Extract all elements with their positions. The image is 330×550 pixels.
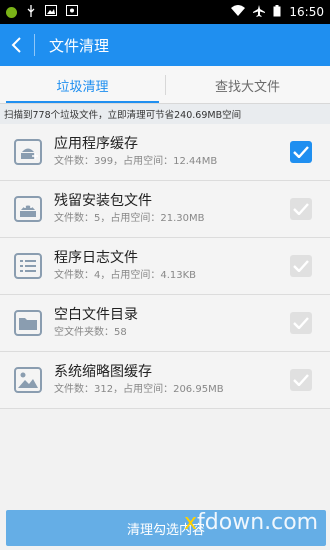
thumbnail-icon xyxy=(14,367,42,393)
list-item-apk-residue[interactable]: 残留安装包文件 文件数：5，占用空间：21.30MB xyxy=(0,181,330,238)
notification-icon xyxy=(66,5,78,19)
app-notification-icon xyxy=(6,6,17,18)
app-cache-icon xyxy=(14,139,42,165)
chevron-left-icon xyxy=(11,37,21,53)
back-button[interactable] xyxy=(0,24,34,66)
item-name: 程序日志文件 xyxy=(54,250,138,266)
item-name: 残留安装包文件 xyxy=(54,193,152,209)
tab-find-large-files[interactable]: 查找大文件 xyxy=(165,66,330,104)
list-item-thumbnail-cache[interactable]: 系统缩略图缓存 文件数：312，占用空间：206.95MB xyxy=(0,352,330,409)
list-item-empty-folders[interactable]: 空白文件目录 空文件夹数：58 xyxy=(0,295,330,352)
checkmark-icon xyxy=(293,317,309,329)
list-item-app-cache[interactable]: 应用程序缓存 文件数：399，占用空间：12.44MB xyxy=(0,124,330,181)
item-detail: 空文件夹数：58 xyxy=(54,327,127,338)
checkmark-icon xyxy=(293,203,309,215)
item-checkbox[interactable] xyxy=(290,141,312,163)
tab-bar: 垃圾清理 查找大文件 xyxy=(0,66,330,104)
clock: 16:50 xyxy=(289,5,324,19)
header-divider xyxy=(34,34,35,56)
tab-divider xyxy=(165,75,166,95)
checkmark-icon xyxy=(293,146,309,158)
item-checkbox[interactable] xyxy=(290,198,312,220)
airplane-mode-icon xyxy=(253,4,266,20)
scan-summary: 扫描到778个垃圾文件，立即清理可节省240.69MB空间 xyxy=(0,104,330,124)
battery-icon xyxy=(273,4,281,20)
watermark: xfdown.com xyxy=(184,510,319,535)
item-checkbox[interactable] xyxy=(290,312,312,334)
item-detail: 文件数：312，占用空间：206.95MB xyxy=(54,384,224,395)
app-header: 文件清理 xyxy=(0,24,330,66)
checkmark-icon xyxy=(293,260,309,272)
item-name: 空白文件目录 xyxy=(54,307,138,323)
tab-junk-clean[interactable]: 垃圾清理 xyxy=(0,66,165,104)
status-bar: 16:50 xyxy=(0,0,330,24)
image-notification-icon xyxy=(45,5,57,19)
item-checkbox[interactable] xyxy=(290,255,312,277)
checkmark-icon xyxy=(293,374,309,386)
wifi-icon xyxy=(231,5,246,19)
list-item-log-files[interactable]: 程序日志文件 文件数：4，占用空间：4.13KB xyxy=(0,238,330,295)
junk-category-list: 应用程序缓存 文件数：399，占用空间：12.44MB 残留安装包文件 文件数：… xyxy=(0,124,330,409)
item-checkbox[interactable] xyxy=(290,369,312,391)
apk-residue-icon xyxy=(14,196,42,222)
log-file-icon xyxy=(14,253,42,279)
page-title: 文件清理 xyxy=(49,36,110,55)
item-detail: 文件数：5，占用空间：21.30MB xyxy=(54,213,205,224)
empty-folder-icon xyxy=(14,310,42,336)
item-detail: 文件数：399，占用空间：12.44MB xyxy=(54,156,218,167)
item-name: 系统缩略图缓存 xyxy=(54,364,152,380)
usb-icon xyxy=(26,4,36,20)
item-detail: 文件数：4，占用空间：4.13KB xyxy=(54,270,197,281)
item-name: 应用程序缓存 xyxy=(54,136,138,152)
